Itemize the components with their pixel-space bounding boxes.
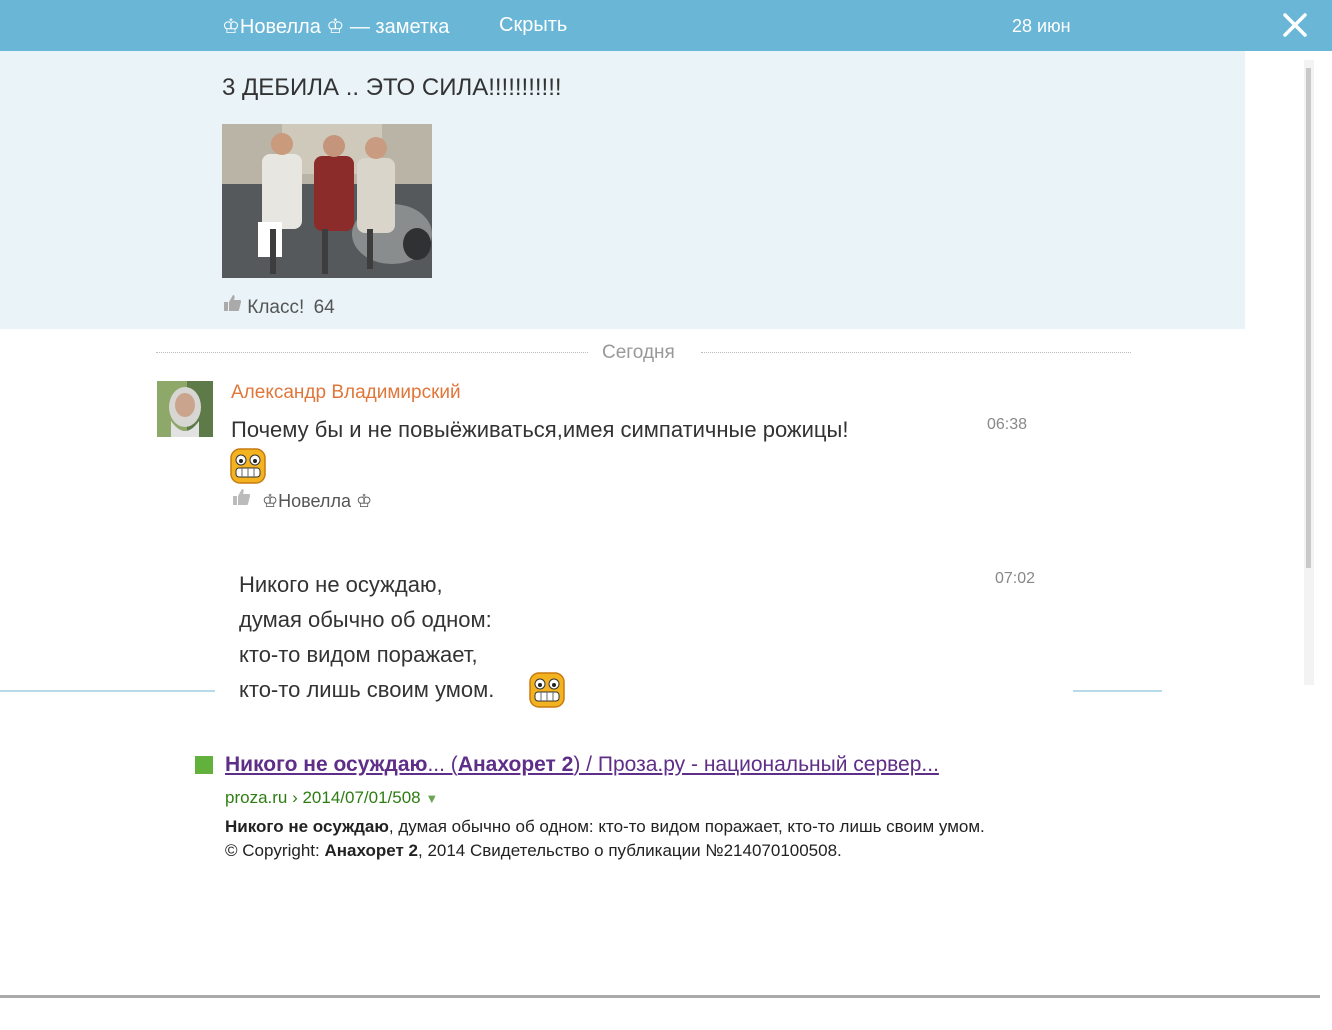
result-title-mid: ... ( [427, 753, 458, 776]
thumbs-up-icon[interactable] [231, 489, 256, 511]
note-post [0, 51, 1245, 329]
snippet-bold: Никого не осуждаю [225, 817, 389, 836]
divider-label: Сегодня [602, 342, 675, 363]
comment-like-row: ♔Новелла ♔ [231, 487, 372, 512]
note-date: 28 июн [1012, 16, 1071, 36]
scrollbar[interactable] [1304, 60, 1314, 685]
snippet-text: , 2014 Свидетельство о публикации №21407… [418, 841, 842, 860]
comment-poem: Никого не осуждаю, думая обычно об одном… [239, 567, 494, 707]
thumbs-up-icon [222, 295, 247, 318]
poem-line: Никого не осуждаю, [239, 572, 443, 597]
comment-author[interactable]: Александр Владимирский [231, 382, 461, 404]
grin-smiley-icon [529, 672, 565, 708]
note-title[interactable]: ♔Новелла ♔ — заметка [222, 14, 449, 39]
poem-line: кто-то видом поражает, [239, 642, 478, 667]
close-icon[interactable] [1282, 10, 1308, 40]
result-url[interactable]: proza.ru › 2014/07/01/508 ▼ [225, 788, 438, 808]
note-header-bar: ♔Новелла ♔ — заметка Скрыть 28 июн [0, 0, 1332, 51]
comment-text: Почему бы и не повыёживаться,имея симпат… [231, 417, 849, 442]
liked-by-user[interactable]: ♔Новелла ♔ [262, 491, 372, 511]
divider-line [156, 352, 588, 353]
result-title-bold: Никого не осуждаю [225, 753, 428, 776]
result-marker [195, 756, 213, 774]
post-title: 3 ДЕБИЛА .. ЭТО СИЛА!!!!!!!!!!! [222, 74, 562, 101]
hide-button[interactable]: Скрыть [499, 14, 567, 37]
divider-line [701, 352, 1131, 353]
result-title-author: Анахорет 2 [457, 753, 574, 776]
search-result-link[interactable]: Никого не осуждаю... (Анахорет 2) / Проз… [225, 753, 939, 777]
result-title-rest: ) / Проза.ру - национальный сервер... [573, 753, 939, 776]
result-url-text: proza.ru › 2014/07/01/508 [225, 788, 421, 807]
poem-line: кто-то лишь своим умом. [239, 677, 495, 702]
avatar[interactable] [157, 381, 213, 437]
comment-time: 06:38 [987, 416, 1028, 433]
poem-line: думая обычно об одном: [239, 607, 492, 632]
like-label: Класс! [247, 297, 305, 318]
scrollbar-thumb[interactable] [1306, 68, 1311, 568]
post-like-row[interactable]: Класс! 64 [222, 293, 335, 319]
comment-time: 07:02 [995, 570, 1036, 587]
date-divider: Сегодня [156, 342, 1131, 363]
bottom-border [0, 995, 1320, 998]
snippet-author: Анахорет 2 [324, 841, 418, 860]
grin-smiley-icon [230, 448, 266, 484]
post-photo[interactable] [222, 124, 432, 278]
window-edge [0, 690, 215, 692]
triangle-down-icon[interactable]: ▼ [425, 791, 438, 806]
result-snippet: Никого не осуждаю, думая обычно об одном… [225, 815, 985, 863]
window-edge [1073, 690, 1162, 692]
like-count: 64 [313, 297, 335, 318]
